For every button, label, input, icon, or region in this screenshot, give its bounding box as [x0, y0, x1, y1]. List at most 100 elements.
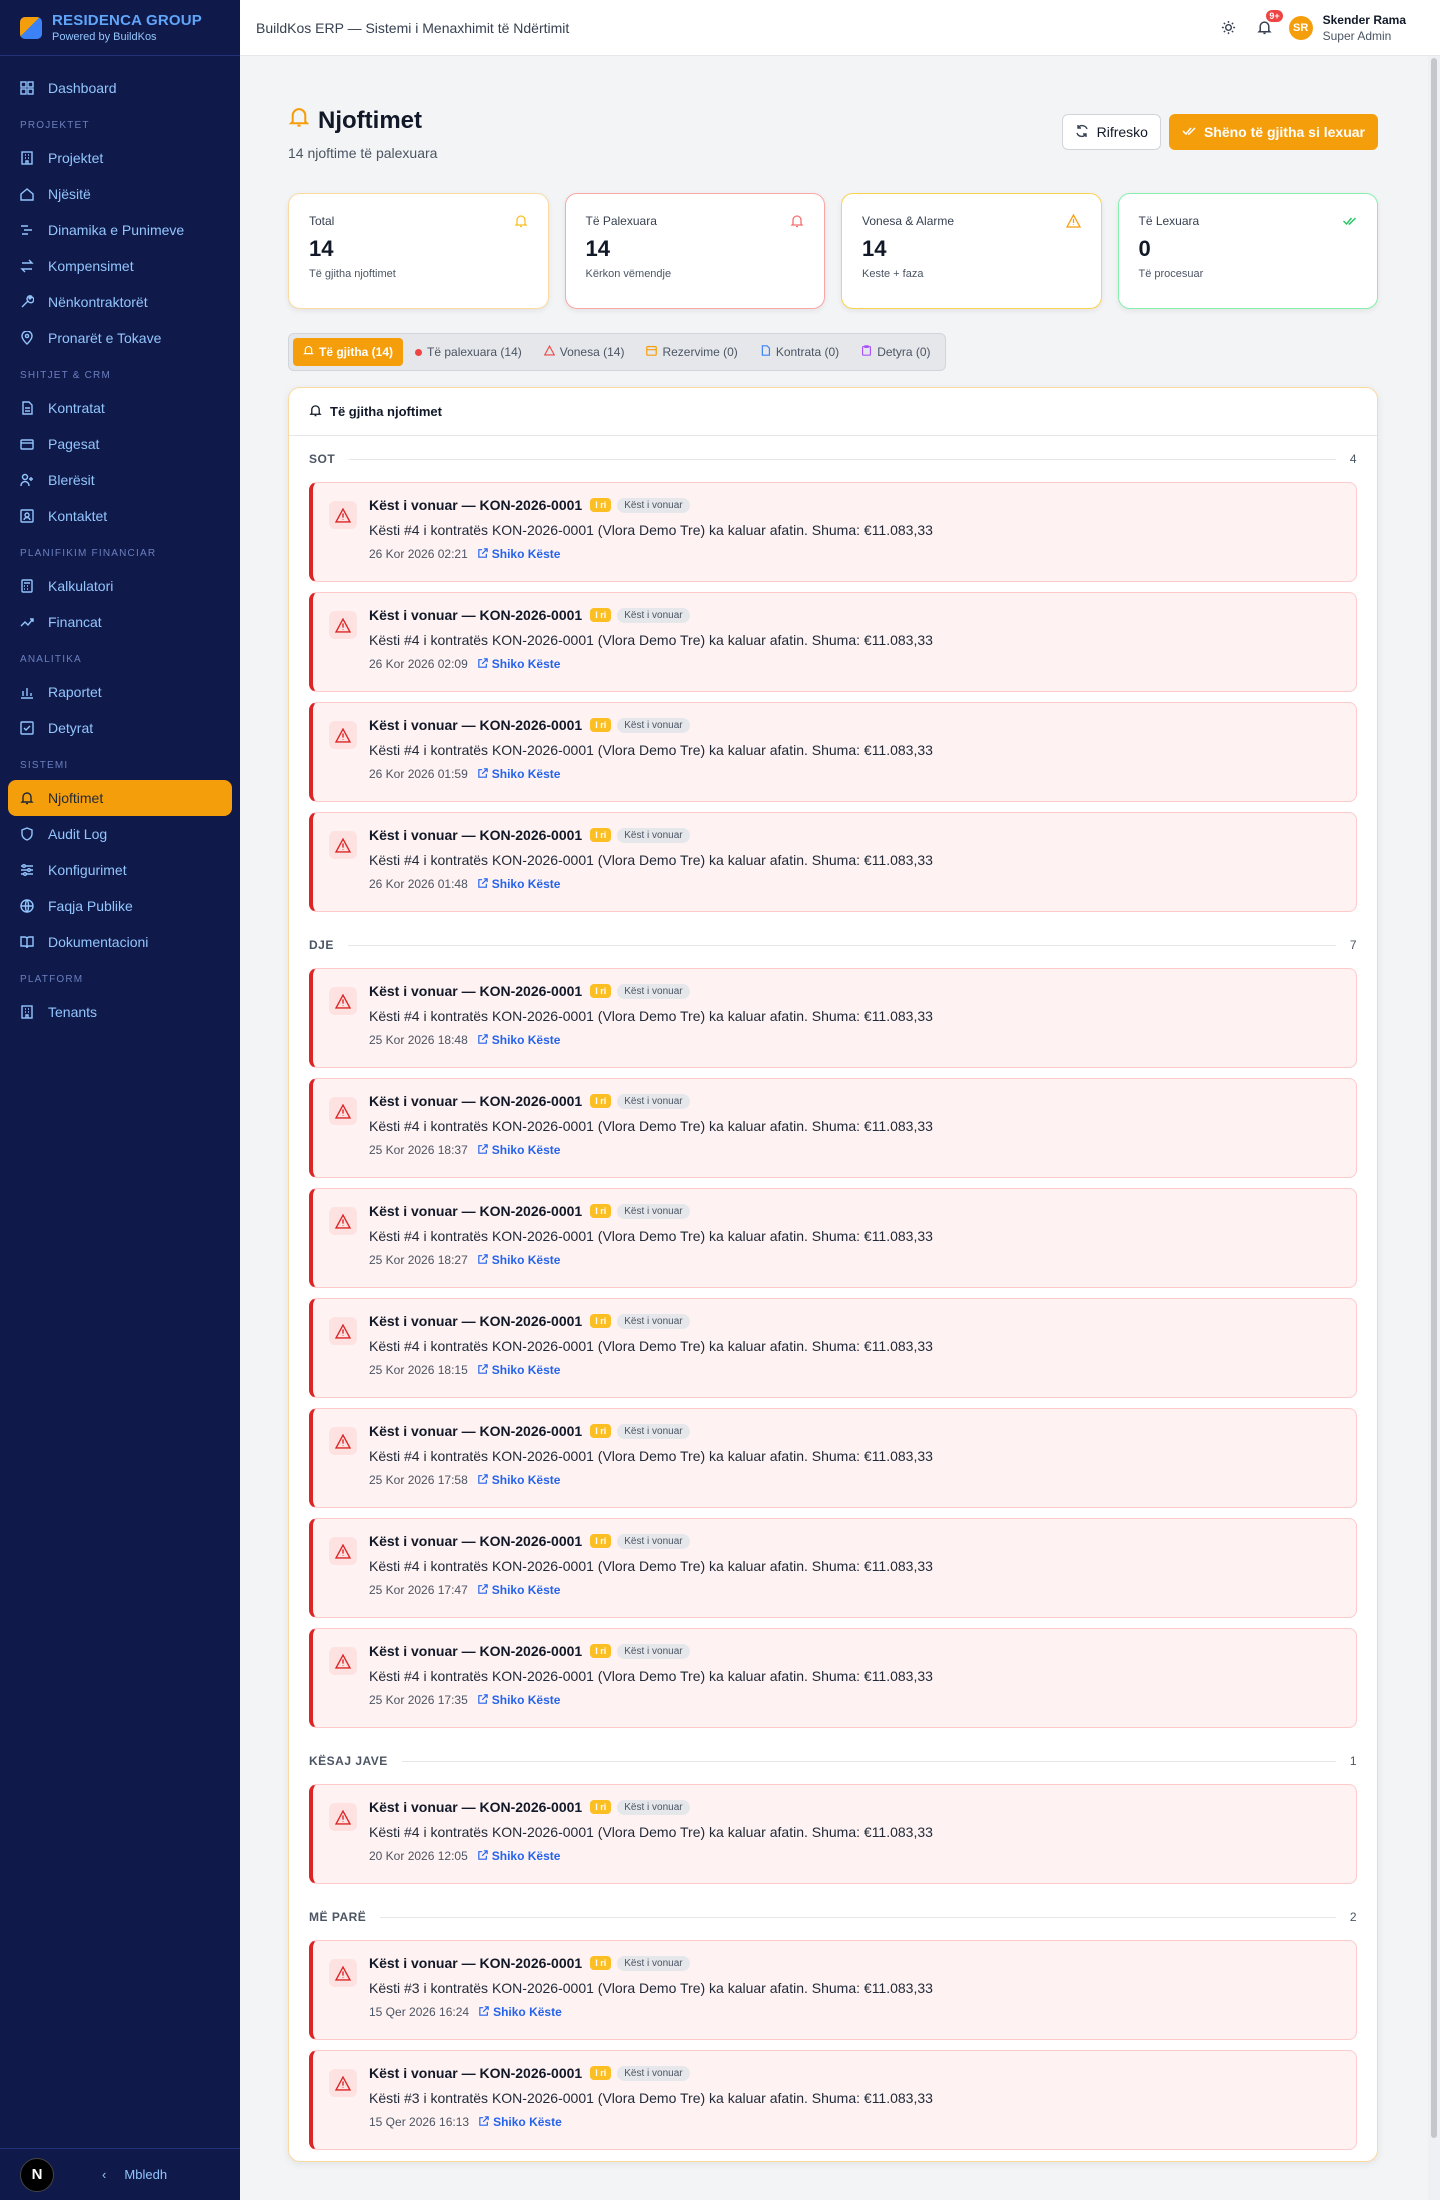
sidebar-item-dashboard[interactable]: Dashboard: [8, 70, 232, 106]
notification-message: Kësti #4 i kontratës KON-2026-0001 (Vlor…: [369, 1448, 933, 1464]
external-link-icon: [478, 1583, 488, 1597]
sidebar-item-projektet[interactable]: Projektet: [8, 140, 232, 176]
sidebar-item-konfigurimet[interactable]: Konfigurimet: [8, 852, 232, 888]
sidebar-item-kalkulatori[interactable]: Kalkulatori: [8, 568, 232, 604]
category-badge: Këst i vonuar: [617, 1533, 690, 1549]
notification-title: Këst i vonuar — KON-2026-0001: [369, 1423, 583, 1439]
brand[interactable]: RESIDENCA GROUP Powered by BuildKos: [0, 0, 240, 56]
bell-icon: [20, 791, 34, 805]
avatar[interactable]: SR: [1288, 15, 1313, 40]
view-installments-link[interactable]: Shiko Këste: [478, 1253, 560, 1267]
collapse-button[interactable]: ‹ Mbledh: [102, 2167, 167, 2182]
sidebar-item-detyrat[interactable]: Detyrat: [8, 710, 232, 746]
sidebar-item-nenkontraktoret[interactable]: Nënkontraktorët: [8, 284, 232, 320]
tab-delays[interactable]: Vonesa (14): [534, 338, 635, 366]
tab-label: Të palexuara (14): [427, 345, 522, 359]
view-installments-link[interactable]: Shiko Këste: [478, 1473, 560, 1487]
mark-all-read-button[interactable]: Shëno të gjitha si lexuar: [1168, 114, 1378, 150]
warning-icon: [329, 1647, 357, 1675]
new-badge: I ri: [590, 1314, 612, 1328]
next-badge[interactable]: N: [20, 2157, 54, 2192]
sidebar-item-audit-log[interactable]: Audit Log: [8, 816, 232, 852]
notification-item[interactable]: Këst i vonuar — KON-2026-0001 I ri Këst …: [309, 1298, 1357, 1398]
sidebar-item-label: Raportet: [48, 684, 102, 700]
notification-time: 25 Kor 2026 18:37: [369, 1143, 468, 1157]
tab-all[interactable]: Të gjitha (14): [293, 338, 404, 366]
view-installments-link[interactable]: Shiko Këste: [478, 1849, 560, 1863]
warning-icon: [329, 1959, 357, 1987]
tab-reservations[interactable]: Rezervime (0): [636, 338, 747, 366]
notification-item[interactable]: Këst i vonuar — KON-2026-0001 I ri Këst …: [309, 1188, 1357, 1288]
tab-tasks[interactable]: Detyra (0): [851, 338, 940, 366]
stat-card-unread: Të Palexuara 14 Kërkon vëmendje: [564, 193, 825, 309]
document-icon: [20, 401, 34, 415]
theme-toggle-button[interactable]: [1215, 14, 1243, 42]
sidebar-item-dokumentacioni[interactable]: Dokumentacioni: [8, 924, 232, 960]
filter-tabs: Të gjitha (14) Të palexuara (14) Vonesa …: [288, 333, 946, 371]
notification-item[interactable]: Këst i vonuar — KON-2026-0001 I ri Këst …: [309, 812, 1357, 912]
notification-item[interactable]: Këst i vonuar — KON-2026-0001 I ri Këst …: [309, 1628, 1357, 1728]
notification-item[interactable]: Këst i vonuar — KON-2026-0001 I ri Këst …: [309, 968, 1357, 1068]
view-installments-link[interactable]: Shiko Këste: [479, 2115, 562, 2129]
notification-time: 26 Kor 2026 01:59: [369, 767, 468, 781]
view-installments-link[interactable]: Shiko Këste: [478, 547, 560, 561]
sidebar-item-pagesat[interactable]: Pagesat: [8, 426, 232, 462]
scrollbar-thumb[interactable]: [1431, 58, 1437, 2138]
sidebar-item-financat[interactable]: Financat: [8, 604, 232, 640]
link-label: Shiko Këste: [493, 2005, 562, 2019]
notification-title: Këst i vonuar — KON-2026-0001: [369, 1313, 583, 1329]
view-installments-link[interactable]: Shiko Këste: [478, 877, 560, 891]
warning-icon: [329, 2069, 357, 2097]
sidebar-item-njoftimet[interactable]: Njoftimet: [8, 780, 232, 816]
view-installments-link[interactable]: Shiko Këste: [478, 1143, 560, 1157]
notification-item[interactable]: Këst i vonuar — KON-2026-0001 I ri Këst …: [309, 1784, 1357, 1884]
notification-item[interactable]: Këst i vonuar — KON-2026-0001 I ri Këst …: [309, 1940, 1357, 2040]
view-installments-link[interactable]: Shiko Këste: [478, 657, 560, 671]
notification-item[interactable]: Këst i vonuar — KON-2026-0001 I ri Këst …: [309, 592, 1357, 692]
view-installments-link[interactable]: Shiko Këste: [478, 1363, 560, 1377]
notification-title: Këst i vonuar — KON-2026-0001: [369, 1955, 583, 1971]
notification-item[interactable]: Këst i vonuar — KON-2026-0001 I ri Këst …: [309, 482, 1357, 582]
external-link-icon: [478, 1143, 488, 1157]
notification-time: 25 Kor 2026 18:27: [369, 1253, 468, 1267]
sidebar-item-njesite[interactable]: Njësitë: [8, 176, 232, 212]
notification-item[interactable]: Këst i vonuar — KON-2026-0001 I ri Këst …: [309, 1518, 1357, 1618]
sidebar-item-kontratat[interactable]: Kontratat: [8, 390, 232, 426]
stat-card-alarms: Vonesa & Alarme 14 Keste + faza: [841, 193, 1102, 309]
user-menu[interactable]: Skender Rama Super Admin: [1323, 13, 1406, 43]
sidebar-item-bleresit[interactable]: Blerësit: [8, 462, 232, 498]
notification-item[interactable]: Këst i vonuar — KON-2026-0001 I ri Këst …: [309, 1408, 1357, 1508]
new-badge: I ri: [590, 1534, 612, 1548]
tab-unread[interactable]: Të palexuara (14): [405, 338, 532, 366]
view-installments-link[interactable]: Shiko Këste: [479, 2005, 562, 2019]
scrollbar[interactable]: [1428, 56, 1440, 2200]
notifications-button[interactable]: 9+: [1251, 9, 1283, 42]
external-link-icon: [479, 2005, 489, 2019]
view-installments-link[interactable]: Shiko Këste: [478, 1033, 560, 1047]
notification-item[interactable]: Këst i vonuar — KON-2026-0001 I ri Këst …: [309, 702, 1357, 802]
refresh-button[interactable]: Rifresko: [1061, 114, 1161, 150]
notification-message: Kësti #4 i kontratës KON-2026-0001 (Vlor…: [369, 1824, 933, 1840]
sidebar-item-faqja-publike[interactable]: Faqja Publike: [8, 888, 232, 924]
category-badge: Këst i vonuar: [617, 607, 690, 623]
sidebar-item-pronaret[interactable]: Pronarët e Tokave: [8, 320, 232, 356]
sidebar-item-dinamika[interactable]: Dinamika e Punimeve: [8, 212, 232, 248]
sidebar-item-raportet[interactable]: Raportet: [8, 674, 232, 710]
warning-icon: [329, 1537, 357, 1565]
notification-message: Kësti #4 i kontratës KON-2026-0001 (Vlor…: [369, 522, 933, 538]
sidebar-item-kontaktet[interactable]: Kontaktet: [8, 498, 232, 534]
notification-item[interactable]: Këst i vonuar — KON-2026-0001 I ri Këst …: [309, 2050, 1357, 2150]
notification-message: Kësti #4 i kontratës KON-2026-0001 (Vlor…: [369, 1008, 933, 1024]
view-installments-link[interactable]: Shiko Këste: [478, 1693, 560, 1707]
double-check-icon: [1342, 214, 1357, 231]
contact-icon: [20, 509, 34, 523]
notification-item[interactable]: Këst i vonuar — KON-2026-0001 I ri Këst …: [309, 1078, 1357, 1178]
external-link-icon: [478, 657, 488, 671]
sidebar-item-kompensimet[interactable]: Kompensimet: [8, 248, 232, 284]
tab-contracts[interactable]: Kontrata (0): [750, 338, 849, 366]
view-installments-link[interactable]: Shiko Këste: [478, 767, 560, 781]
sidebar-item-tenants[interactable]: Tenants: [8, 994, 232, 1030]
notification-message: Kësti #4 i kontratës KON-2026-0001 (Vlor…: [369, 742, 933, 758]
view-installments-link[interactable]: Shiko Këste: [478, 1583, 560, 1597]
sidebar-item-label: Pronarët e Tokave: [48, 330, 162, 346]
